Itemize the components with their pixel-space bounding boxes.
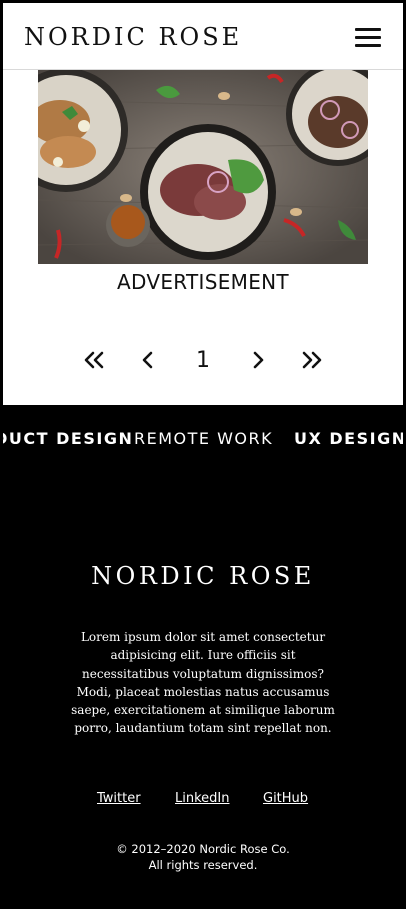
hamburger-menu-icon[interactable] [355,28,381,48]
tag-remote-work[interactable]: REMOTE WORK [134,429,273,448]
chevron-right-icon [253,351,264,369]
advertisement-image[interactable] [38,70,368,264]
food-photo [38,70,368,264]
content-area: NORDIC ROSE ADVERTISEMENT 1 [3,3,403,405]
site-logo[interactable]: NORDIC ROSE [24,23,242,51]
pagination: 1 [3,343,403,377]
menu-bar [355,44,381,47]
rights-line: All rights reserved. [148,858,258,872]
menu-bar [355,36,381,39]
first-page-button[interactable] [81,343,107,377]
next-page-button[interactable] [247,343,269,377]
copyright-line: © 2012–2020 Nordic Rose Co. [116,842,290,856]
previous-page-button[interactable] [137,343,159,377]
tag-ux-design[interactable]: UX DESIGN [294,429,403,448]
tag-product-design[interactable]: PRODUCT DESIGN [3,429,133,448]
twitter-link[interactable]: Twitter [97,791,141,806]
double-chevron-left-icon [84,351,104,369]
current-page-number[interactable]: 1 [191,343,215,377]
copyright: © 2012–2020 Nordic Rose Co. All rights r… [0,841,406,873]
site-header: NORDIC ROSE [3,3,403,70]
github-link[interactable]: GitHub [263,791,308,806]
double-chevron-right-icon [302,351,322,369]
footer-logo[interactable]: NORDIC ROSE [0,562,406,590]
linkedin-link[interactable]: LinkedIn [175,791,229,806]
footer-description: Lorem ipsum dolor sit amet consectetur a… [71,630,335,736]
tag-ticker: PRODUCT DESIGN REMOTE WORK UX DESIGN [3,405,403,475]
advertisement-label: ADVERTISEMENT [117,270,289,294]
social-links: Twitter LinkedIn GitHub [0,791,406,811]
menu-bar [355,28,381,31]
chevron-left-icon [142,351,153,369]
last-page-button[interactable] [299,343,325,377]
